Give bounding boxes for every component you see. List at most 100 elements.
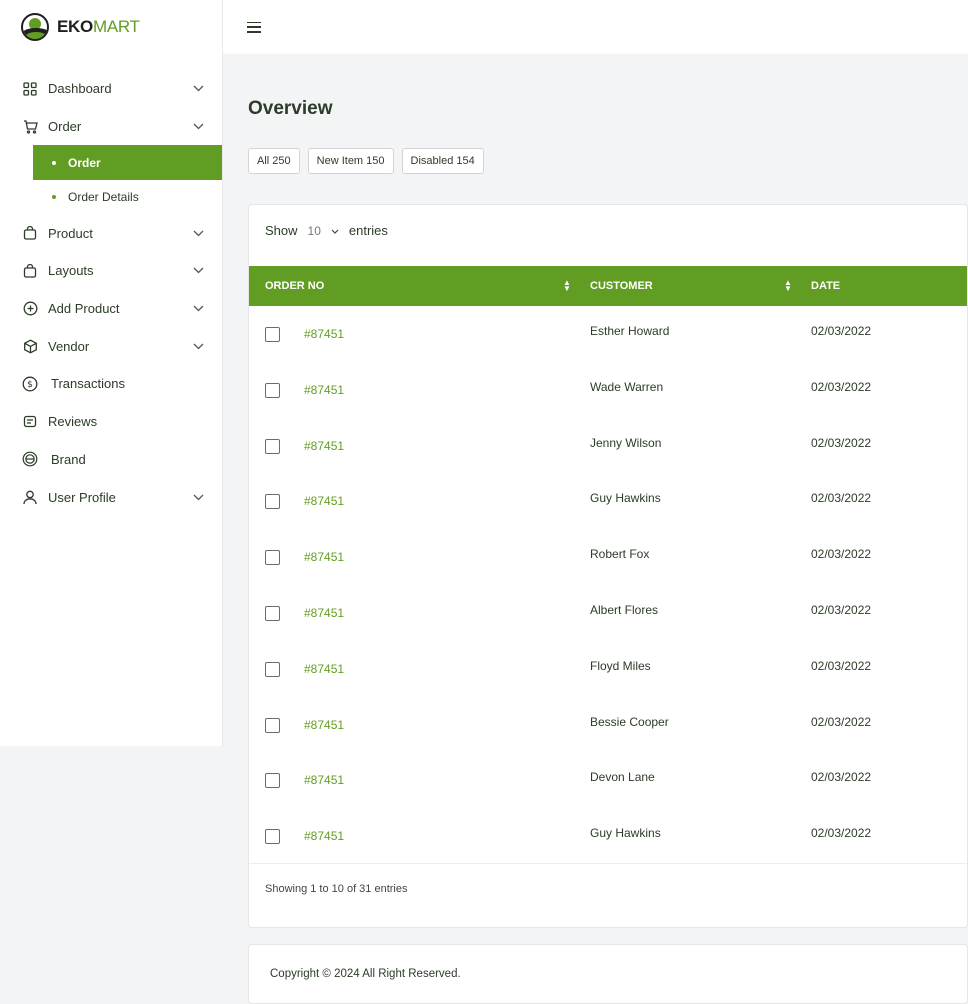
brand-logo[interactable]: EKOMART: [0, 0, 222, 54]
pagination-info: Showing 1 to 10 of 31 entries: [265, 883, 408, 895]
sidebar-item-user-profile[interactable]: User Profile: [0, 478, 222, 516]
row-checkbox[interactable]: [265, 550, 280, 566]
row-checkbox[interactable]: [265, 438, 280, 454]
order-number-link[interactable]: #87451: [304, 606, 344, 620]
sidebar-item-reviews[interactable]: Reviews: [0, 403, 222, 441]
box-icon: [22, 338, 38, 354]
order-date: 02/03/2022: [811, 491, 872, 506]
table-row: #87451 Wade Warren 02/03/2022: [249, 362, 967, 418]
grid-icon: [22, 81, 38, 97]
column-header-customer[interactable]: CUSTOMER: [590, 266, 653, 306]
filter-all[interactable]: All 250: [248, 148, 300, 174]
customer-name: Floyd Miles: [590, 658, 651, 673]
sidebar-subitem-order[interactable]: Order: [33, 145, 222, 181]
order-date: 02/03/2022: [811, 658, 872, 673]
entries-select-value: 10: [307, 223, 321, 238]
sidebar-item-label: Dashboard: [48, 81, 112, 97]
order-number-link[interactable]: #87451: [304, 718, 344, 732]
order-date: 02/03/2022: [811, 379, 872, 394]
order-number-link[interactable]: #87451: [304, 494, 344, 508]
chevron-down-icon: [192, 83, 204, 95]
sidebar-item-brand[interactable]: Brand: [0, 441, 222, 479]
dollar-circle-icon: $: [22, 376, 38, 392]
sidebar-item-label: User Profile: [48, 489, 116, 505]
sidebar-item-transactions[interactable]: $ Transactions: [0, 365, 222, 403]
brand-name: EKOMART: [57, 17, 140, 36]
hamburger-icon[interactable]: [247, 21, 261, 33]
order-number-link[interactable]: #87451: [304, 327, 344, 341]
row-checkbox[interactable]: [265, 494, 280, 510]
customer-name: Guy Hawkins: [590, 491, 661, 506]
row-checkbox[interactable]: [265, 605, 280, 621]
page-title: Overview: [248, 98, 333, 119]
sidebar-item-label: Add Product: [48, 301, 120, 317]
table-row: #87451 Guy Hawkins 02/03/2022: [249, 808, 967, 864]
chevron-down-icon: [192, 121, 204, 133]
sidebar-item-product[interactable]: Product: [0, 214, 222, 252]
order-number-link[interactable]: #87451: [304, 662, 344, 676]
entries-select[interactable]: 10: [308, 224, 339, 238]
sort-icon[interactable]: ▲ ▼: [563, 279, 571, 293]
review-icon: [22, 414, 38, 430]
order-number-link[interactable]: #87451: [304, 550, 344, 564]
order-number-link[interactable]: #87451: [304, 773, 344, 787]
filter-disabled[interactable]: Disabled 154: [401, 148, 484, 174]
order-date: 02/03/2022: [811, 435, 872, 450]
sidebar-item-layouts[interactable]: Layouts: [0, 252, 222, 290]
column-header-order-no[interactable]: ORDER NO: [265, 266, 324, 306]
table-row: #87451 Devon Lane 02/03/2022: [249, 752, 967, 808]
bag-icon: [22, 225, 38, 241]
sidebar-item-vendor[interactable]: Vendor: [0, 327, 222, 365]
sidebar-item-label: Transactions: [51, 376, 125, 392]
chevron-down-icon: [192, 491, 204, 503]
row-checkbox[interactable]: [265, 327, 280, 342]
table-row: #87451 Esther Howard 02/03/2022: [249, 306, 967, 362]
table-row: #87451 Bessie Cooper 02/03/2022: [249, 697, 967, 753]
order-date: 02/03/2022: [811, 714, 872, 729]
order-number-link[interactable]: #87451: [304, 829, 344, 843]
sort-icon[interactable]: ▲ ▼: [784, 279, 792, 293]
sidebar: EKOMART Dashboard Order Order Order Deta…: [0, 0, 223, 746]
bullet-icon: [52, 195, 56, 200]
chevron-down-icon: [192, 340, 204, 352]
filter-new-item[interactable]: New Item 150: [307, 148, 394, 174]
order-number-link[interactable]: #87451: [304, 439, 344, 453]
sidebar-item-add-product[interactable]: Add Product: [0, 290, 222, 328]
order-date: 02/03/2022: [811, 547, 872, 562]
orders-table-card: Show 10 entries ORDER NO ▲ ▼ CUSTOMER ▲ ▼ …: [248, 204, 968, 928]
customer-name: Wade Warren: [590, 379, 664, 394]
top-bar: [223, 0, 968, 54]
show-label: Show: [265, 223, 298, 238]
customer-name: Jenny Wilson: [590, 435, 662, 450]
chevron-down-icon: [192, 303, 204, 315]
order-number-link[interactable]: #87451: [304, 383, 344, 397]
row-checkbox[interactable]: [265, 829, 280, 845]
sidebar-item-order[interactable]: Order: [0, 108, 222, 146]
brand-badge-icon: [22, 451, 38, 467]
order-date: 02/03/2022: [811, 324, 872, 338]
sidebar-subitem-label: Order Details: [68, 190, 139, 205]
customer-name: Albert Flores: [590, 602, 659, 617]
customer-name: Guy Hawkins: [590, 826, 661, 841]
row-checkbox[interactable]: [265, 717, 280, 733]
order-date: 02/03/2022: [811, 602, 872, 617]
entries-label: entries: [348, 223, 388, 238]
row-checkbox[interactable]: [265, 661, 280, 677]
table-row: #87451 Floyd Miles 02/03/2022: [249, 641, 967, 697]
plus-circle-icon: [22, 301, 38, 317]
order-date: 02/03/2022: [811, 770, 872, 785]
svg-text:$: $: [27, 380, 33, 390]
bullet-icon: [52, 160, 56, 165]
bag-icon: [22, 263, 38, 279]
sidebar-item-label: Vendor: [48, 338, 90, 354]
column-header-date[interactable]: DATE: [811, 266, 840, 306]
sidebar-subitem-order-details[interactable]: Order Details: [0, 180, 222, 214]
sidebar-item-dashboard[interactable]: Dashboard: [0, 70, 222, 108]
row-checkbox[interactable]: [265, 773, 280, 789]
page-footer: Copyright © 2024 All Right Reserved.: [248, 944, 968, 1004]
table-header: ORDER NO ▲ ▼ CUSTOMER ▲ ▼ DATE: [249, 266, 967, 306]
customer-name: Bessie Cooper: [590, 714, 669, 729]
sidebar-item-label: Reviews: [48, 414, 98, 430]
cart-icon: [22, 119, 38, 135]
row-checkbox[interactable]: [265, 382, 280, 398]
